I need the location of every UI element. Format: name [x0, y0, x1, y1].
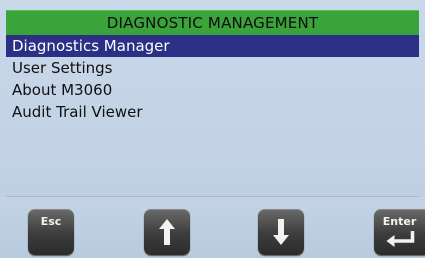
- menu-item-user-settings[interactable]: User Settings: [6, 57, 419, 79]
- esc-label: Esc: [40, 215, 62, 228]
- title-bar: DIAGNOSTIC MANAGEMENT: [6, 10, 419, 36]
- page-title: DIAGNOSTIC MANAGEMENT: [106, 14, 319, 32]
- esc-button[interactable]: Esc: [28, 209, 74, 255]
- return-arrow-icon: [386, 231, 415, 247]
- arrow-down-icon: [273, 219, 289, 245]
- menu-item-audit-trail-viewer[interactable]: Audit Trail Viewer: [6, 101, 419, 123]
- menu-list: Diagnostics Manager User Settings About …: [6, 35, 419, 123]
- device-screen: DIAGNOSTIC MANAGEMENT Diagnostics Manage…: [0, 0, 425, 258]
- menu-item-diagnostics-manager[interactable]: Diagnostics Manager: [6, 35, 419, 57]
- enter-button[interactable]: Enter: [374, 209, 425, 255]
- arrow-up-icon: [159, 219, 175, 245]
- scroll-down-button[interactable]: [258, 209, 304, 255]
- softkey-bar: Esc Enter: [0, 197, 425, 258]
- scroll-up-button[interactable]: [144, 209, 190, 255]
- menu-item-about[interactable]: About M3060: [6, 79, 419, 101]
